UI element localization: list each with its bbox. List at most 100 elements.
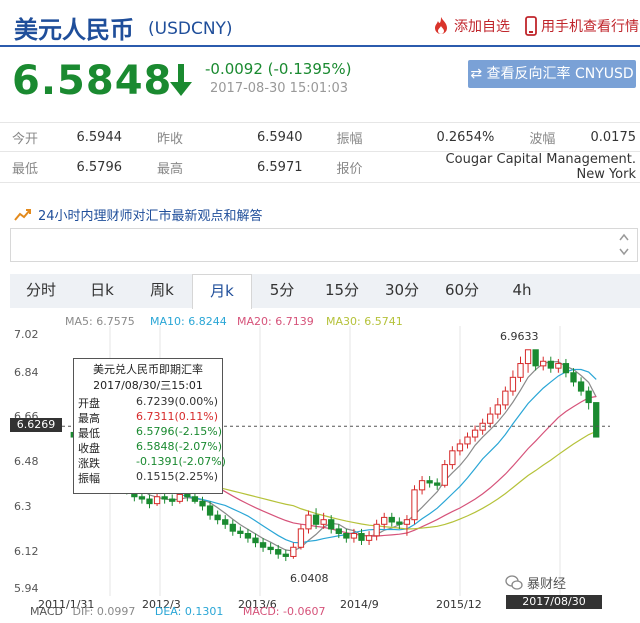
candle-body [313,515,318,524]
period-tabs: 分时 日k 周k 月k 5分 15分 30分 60分 4h [10,274,640,308]
candle-body [276,550,281,555]
add-favorite-label: 添加自选 [454,16,510,36]
tab-4h[interactable]: 4h [492,274,552,308]
tooltip-key: 收盘 [78,442,100,455]
y-tick-label: 6.3 [14,500,32,513]
candle-body [518,364,523,378]
candle-body [472,430,477,437]
candle-body [389,517,394,522]
macd-legend: MACD DIF: 0.0997 DEA: 0.1301 MACD: -0.06… [30,605,325,618]
macd-value: MACD: -0.0607 [243,605,326,618]
candle-body [298,529,303,547]
x-tick-label: 2014/9 [340,598,379,611]
y-tick-label: 5.94 [14,582,39,595]
tooltip-key: 最低 [78,427,100,440]
tooltip-row: 开盘6.7239(0.00%) [78,395,218,409]
candle-body [139,497,144,499]
stats-row: 今开 6.5944 昨收 6.5940 振幅 0.2654% 波幅 0.0175 [0,123,640,152]
candle-body [442,465,447,486]
current-price: 6.5848 [12,58,172,104]
reverse-rate-button[interactable]: ⇄ 查看反向汇率 CNYUSD [468,60,636,88]
candle-body [465,437,470,444]
tab-daily[interactable]: 日k [72,274,132,308]
trend-icon [14,208,32,222]
candle-body [344,533,349,538]
candle-body [556,364,561,369]
stat-label: 波幅 [494,123,571,152]
tooltip-value: 6.5848(-2.07%) [136,440,222,453]
tooltip-key: 涨跌 [78,457,100,470]
candle-body [200,501,205,506]
candle-body [207,506,212,515]
tab-60min[interactable]: 60分 [432,274,492,308]
wechat-icon [505,575,523,591]
candle-body [450,451,455,465]
chevron-down-icon[interactable] [619,248,629,256]
tab-15min[interactable]: 15分 [312,274,372,308]
candle-body [571,373,576,382]
y-tick-label: 6.48 [14,455,39,468]
candle-body [147,499,152,504]
tab-timeshare[interactable]: 分时 [10,274,72,308]
candle-body [533,350,538,366]
mobile-view-label: 用手机查看行情 [541,16,639,36]
candle-body [177,494,182,501]
candle-body [586,391,591,402]
candle-body [397,522,402,524]
add-favorite-button[interactable]: 添加自选 [432,16,510,36]
candle-body [594,403,599,437]
arrow-down-icon [168,62,194,98]
candle-body [238,531,243,533]
stat-value: 0.0175 [572,123,640,152]
tooltip-value: 0.1515(2.25%) [136,470,218,483]
candle-body [503,391,508,405]
advisor-link-text: 24小时内理财师对汇市最新观点和解答 [38,205,263,224]
chart-tooltip: 美元兑人民币即期汇率 2017/08/30/三15:01 开盘6.7239(0.… [73,358,223,494]
candle-body [351,533,356,538]
low-annotation: 6.0408 [290,572,329,585]
candle-body [268,547,273,549]
candle-body [192,497,197,502]
current-price-badge: 6.6269 [10,418,62,432]
stat-value: 6.5940 [257,123,303,152]
high-annotation: 6.9633 [500,330,539,343]
stat-label: 振幅 [303,123,437,152]
tooltip-row: 振幅0.1515(2.25%) [78,470,218,484]
stat-value: Cougar Capital Management. New York [437,152,640,183]
date-badge: 2017/08/30 15:01 [506,595,602,609]
candle-body [321,520,326,525]
tab-weekly[interactable]: 周k [132,274,192,308]
candle-body [162,497,167,499]
tooltip-row: 涨跌-0.1391(-2.07%) [78,455,218,469]
candle-body [336,529,341,534]
candle-body [419,481,424,490]
flame-icon [432,16,450,36]
stat-value: 0.2654% [437,123,495,152]
candle-body [185,494,190,496]
candle-body [578,382,583,391]
macd-dea: DEA: 0.1301 [155,605,223,618]
candle-body [495,405,500,414]
chevron-up-icon[interactable] [619,233,629,241]
stat-value: 6.5796 [72,152,122,183]
tooltip-row: 收盘6.5848(-2.07%) [78,440,218,454]
tooltip-value: 6.5796(-2.15%) [136,425,222,438]
tab-30min[interactable]: 30分 [372,274,432,308]
tab-5min[interactable]: 5分 [252,274,312,308]
candle-body [382,517,387,524]
tab-monthly[interactable]: 月k [192,274,252,309]
candle-body [260,543,265,548]
advisor-content-box [10,228,638,262]
candle-body [215,515,220,520]
tooltip-key: 最高 [78,412,100,425]
candle-body [435,483,440,485]
tooltip-row: 最高 6.7311(0.11%) [78,410,218,424]
tooltip-value: 6.7311(0.11%) [136,410,218,423]
mobile-view-button[interactable]: 用手机查看行情 [525,16,639,36]
advisor-link[interactable]: 24小时内理财师对汇市最新观点和解答 [14,205,263,224]
candle-body [412,490,417,520]
stat-label: 今开 [0,123,72,152]
x-tick-label: 2015/12 [436,598,482,611]
swap-icon: ⇄ [470,66,482,82]
macd-dif: DIF: 0.0997 [72,605,135,618]
